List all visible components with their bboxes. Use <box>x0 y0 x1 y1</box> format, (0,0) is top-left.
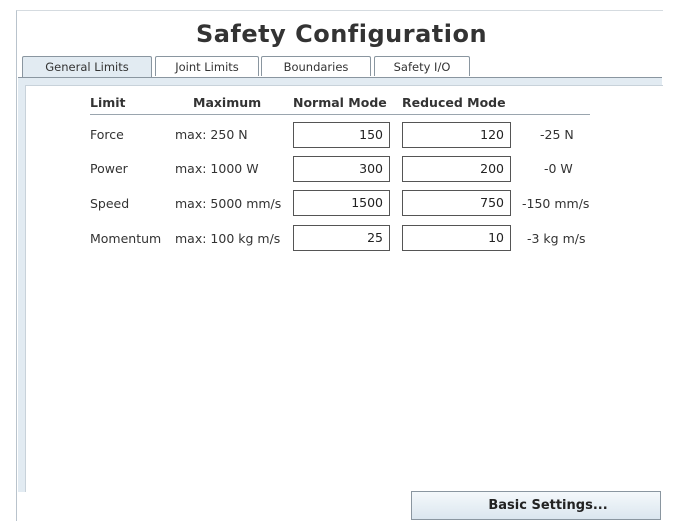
header-normal-mode: Normal Mode <box>293 95 387 110</box>
header-limit: Limit <box>90 95 126 110</box>
basic-settings-label: Basic Settings... <box>488 498 608 513</box>
speed-delta: -150 mm/s <box>522 196 590 211</box>
header-reduced-mode: Reduced Mode <box>402 95 506 110</box>
page-title: Safety Configuration <box>195 20 488 48</box>
max-label-momentum: max: 100 kg m/s <box>175 231 281 246</box>
speed-normal-input[interactable]: 1500 <box>293 190 390 216</box>
force-reduced-input[interactable]: 120 <box>402 122 511 148</box>
limit-label-momentum: Momentum <box>90 231 162 246</box>
speed-reduced-input[interactable]: 750 <box>402 190 511 216</box>
force-delta: -25 N <box>540 127 574 142</box>
power-normal-input[interactable]: 300 <box>293 156 390 182</box>
header-maximum: Maximum <box>193 95 262 110</box>
limit-label-force: Force <box>90 127 124 142</box>
momentum-reduced-input[interactable]: 10 <box>402 225 511 251</box>
power-reduced-input[interactable]: 200 <box>402 156 511 182</box>
tab-safety-io[interactable]: Safety I/O <box>374 56 470 76</box>
limit-label-power: Power <box>90 161 128 176</box>
power-delta: -0 W <box>544 161 573 176</box>
tab-general-limits[interactable]: General Limits <box>22 56 152 77</box>
max-label-force: max: 250 N <box>175 127 248 142</box>
momentum-delta: -3 kg m/s <box>527 231 586 246</box>
momentum-normal-input[interactable]: 25 <box>293 225 390 251</box>
tab-joint-limits[interactable]: Joint Limits <box>155 56 259 76</box>
limit-label-speed: Speed <box>90 196 130 211</box>
tab-boundaries[interactable]: Boundaries <box>261 56 371 76</box>
force-normal-input[interactable]: 150 <box>293 122 390 148</box>
header-divider <box>90 114 590 115</box>
max-label-speed: max: 5000 mm/s <box>175 196 282 211</box>
basic-settings-button[interactable]: Basic Settings... <box>411 491 661 520</box>
max-label-power: max: 1000 W <box>175 161 259 176</box>
